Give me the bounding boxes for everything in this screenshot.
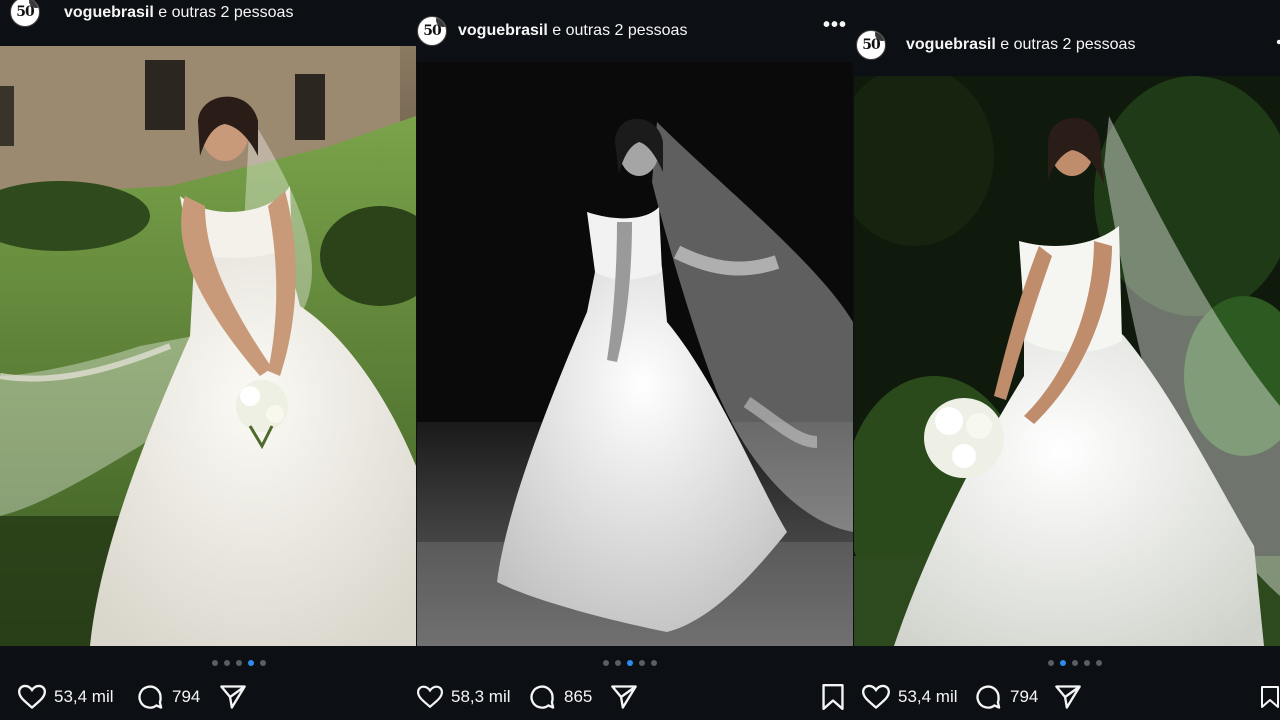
carousel-dot xyxy=(1072,660,1078,666)
post-author[interactable]: voguebrasil e outras 2 pessoas xyxy=(64,4,293,22)
carousel-dot xyxy=(639,660,645,666)
avatar[interactable]: 50 xyxy=(10,0,40,27)
collaborators-label[interactable]: e outras 2 pessoas xyxy=(154,4,293,21)
bookmark-icon xyxy=(1261,686,1279,708)
collaborators-label[interactable]: e outras 2 pessoas xyxy=(548,22,687,39)
comment-icon xyxy=(138,685,163,709)
carousel-indicator xyxy=(212,660,266,666)
like-button[interactable]: 53,4 mil xyxy=(862,684,958,710)
carousel-dot xyxy=(212,660,218,666)
comment-button[interactable]: 865 xyxy=(528,683,592,711)
carousel-dot xyxy=(1048,660,1054,666)
share-icon xyxy=(1055,685,1081,709)
carousel-dot xyxy=(260,660,266,666)
more-options-button[interactable]: ••• xyxy=(823,14,847,37)
avatar-text: 50 xyxy=(423,23,442,39)
comment-count: 794 xyxy=(1010,687,1039,706)
share-icon xyxy=(220,685,246,709)
share-button[interactable] xyxy=(219,684,247,710)
collaborators-label[interactable]: e outras 2 pessoas xyxy=(996,36,1135,53)
like-button[interactable]: 58,3 mil xyxy=(417,685,511,709)
share-button[interactable] xyxy=(1054,684,1082,710)
post-header: 50 voguebrasil e outras 2 pessoas xyxy=(0,0,416,30)
comment-icon xyxy=(976,685,1001,709)
carousel-indicator xyxy=(1048,660,1102,666)
carousel-dot-active xyxy=(248,660,254,666)
more-icon xyxy=(1276,39,1280,45)
avatar-text: 50 xyxy=(862,37,881,53)
post-actions: 58,3 mil 865 xyxy=(417,682,853,712)
carousel-dot-active xyxy=(1060,660,1066,666)
carousel-dot xyxy=(1096,660,1102,666)
bride-bw-photo xyxy=(417,62,853,646)
post-image[interactable] xyxy=(417,62,853,646)
post-image[interactable] xyxy=(854,76,1280,646)
like-count: 53,4 mil xyxy=(54,687,114,706)
carousel-dot xyxy=(603,660,609,666)
username[interactable]: voguebrasil xyxy=(906,36,996,53)
bride-garden-photo xyxy=(0,46,416,646)
comment-button[interactable]: 794 xyxy=(136,683,200,711)
carousel-dot xyxy=(224,660,230,666)
comment-count: 865 xyxy=(564,687,593,706)
more-options-button[interactable] xyxy=(1270,32,1280,58)
comment-button[interactable]: 794 xyxy=(974,683,1038,711)
carousel-dot xyxy=(236,660,242,666)
like-count: 53,4 mil xyxy=(898,687,958,706)
post-author[interactable]: voguebrasil e outras 2 pessoas xyxy=(458,22,687,40)
heart-icon xyxy=(18,684,46,710)
post-author[interactable]: voguebrasil e outras 2 pessoas xyxy=(906,36,1135,54)
avatar-text: 50 xyxy=(16,4,35,20)
post-panel: 50 voguebrasil e outras 2 pessoas 53,4 m… xyxy=(854,0,1280,720)
heart-icon xyxy=(417,685,443,709)
post-header: 50 voguebrasil e outras 2 pessoas xyxy=(854,28,1280,62)
share-icon xyxy=(611,685,637,709)
heart-icon xyxy=(862,684,890,710)
post-header: 50 voguebrasil e outras 2 pessoas ••• xyxy=(417,14,853,48)
like-count: 58,3 mil xyxy=(451,687,511,706)
carousel-dot xyxy=(1084,660,1090,666)
avatar[interactable]: 50 xyxy=(856,30,886,60)
username[interactable]: voguebrasil xyxy=(458,22,548,39)
bride-bouquet-photo xyxy=(854,76,1280,646)
comment-count: 794 xyxy=(172,687,201,706)
save-button[interactable] xyxy=(1260,684,1280,715)
comment-icon xyxy=(530,685,555,709)
post-panel: 50 voguebrasil e outras 2 pessoas 53,4 m… xyxy=(0,0,416,720)
post-image[interactable] xyxy=(0,46,416,646)
carousel-indicator xyxy=(603,660,657,666)
share-button[interactable] xyxy=(610,684,638,710)
carousel-dot-active xyxy=(627,660,633,666)
bookmark-icon xyxy=(822,684,844,710)
save-button[interactable] xyxy=(821,684,845,715)
avatar[interactable]: 50 xyxy=(417,16,447,46)
carousel-dot xyxy=(615,660,621,666)
post-actions: 53,4 mil 794 xyxy=(0,682,416,712)
carousel-dot xyxy=(651,660,657,666)
post-actions: 53,4 mil 794 xyxy=(854,682,1280,712)
like-button[interactable]: 53,4 mil xyxy=(18,684,114,710)
username[interactable]: voguebrasil xyxy=(64,4,154,21)
post-panel: 50 voguebrasil e outras 2 pessoas ••• 58… xyxy=(417,0,853,720)
